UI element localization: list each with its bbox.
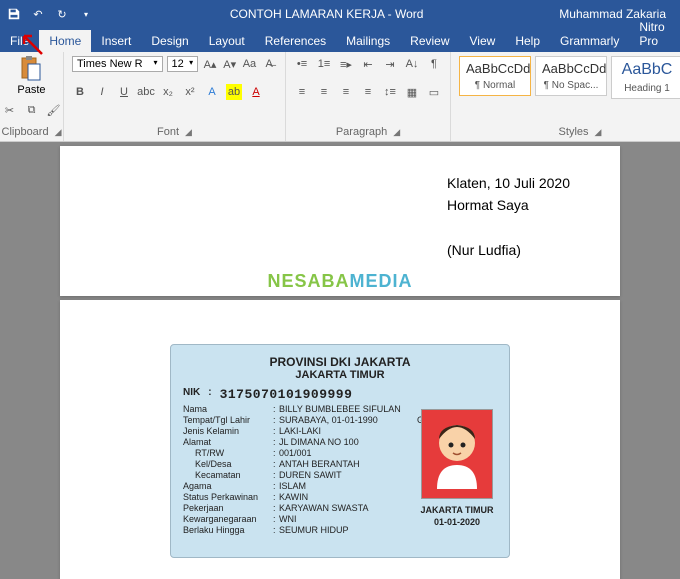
page-1[interactable]: Klaten, 10 Juli 2020 Hormat Saya (Nur Lu… [60,146,620,296]
document-area[interactable]: Klaten, 10 Juli 2020 Hormat Saya (Nur Lu… [0,142,680,579]
clear-format-icon[interactable]: A̶ [261,56,277,72]
undo-icon[interactable]: ↶ [30,6,46,22]
font-color-icon[interactable]: A [248,84,264,100]
ktp-nik-label: NIK [183,387,200,402]
tab-mailings[interactable]: Mailings [336,30,400,52]
grow-font-icon[interactable]: A▴ [202,56,218,72]
superscript-button[interactable]: x² [182,84,198,100]
subscript-button[interactable]: x₂ [160,84,176,100]
ktp-photo [421,409,493,499]
tab-design[interactable]: Design [141,30,198,52]
clipboard-label: Clipboard [2,126,49,138]
tab-grammarly[interactable]: Grammarly [550,30,629,52]
align-left-icon[interactable]: ≡ [294,84,310,100]
decrease-indent-icon[interactable]: ⇤ [360,56,376,72]
underline-button[interactable]: U [116,84,132,100]
show-marks-icon[interactable]: ¶ [426,56,442,72]
styles-label: Styles [559,126,589,138]
highlight-icon[interactable]: ab [226,84,242,100]
justify-icon[interactable]: ≡ [360,84,376,100]
chevron-down-icon: ▾ [154,58,158,70]
borders-icon[interactable]: ▭ [426,84,442,100]
clipboard-launcher[interactable]: ◢ [55,127,62,138]
save-icon[interactable] [6,6,22,22]
ktp-footer-city: JAKARTA TIMUR [415,505,499,517]
bold-button[interactable]: B [72,84,88,100]
page-2[interactable]: PROVINSI DKI JAKARTA JAKARTA TIMUR NIK :… [60,300,620,579]
tab-layout[interactable]: Layout [199,30,255,52]
paste-button[interactable]: Paste [17,56,45,96]
change-case-icon[interactable]: Aa [242,56,258,72]
doc-signature: (Nur Ludfia) [447,239,570,261]
chevron-down-icon: ▾ [189,58,193,70]
tab-file[interactable]: File [0,30,39,52]
ribbon: Paste ✂ ⧉ 🖌 Clipboard◢ Times New R▾ 12▾ … [0,52,680,142]
font-name-select[interactable]: Times New R▾ [72,56,163,72]
font-launcher[interactable]: ◢ [185,127,192,138]
style-heading1[interactable]: AaBbC Heading 1 [611,56,680,99]
font-size-select[interactable]: 12▾ [167,56,199,72]
tab-insert[interactable]: Insert [91,30,141,52]
doc-greeting: Hormat Saya [447,194,570,216]
redo-icon[interactable]: ↻ [54,6,70,22]
font-label: Font [157,126,179,138]
ktp-city: JAKARTA TIMUR [183,369,497,381]
ktp-province: PROVINSI DKI JAKARTA [183,355,497,369]
tab-references[interactable]: References [255,30,336,52]
ribbon-tabs: File Home Insert Design Layout Reference… [0,28,680,52]
titlebar: ↶ ↻ ▾ CONTOH LAMARAN KERJA - Word Muhamm… [0,0,680,28]
tell-me[interactable]: 💡 Tell me what [675,2,680,52]
strike-button[interactable]: abc [138,84,154,100]
tab-review[interactable]: Review [400,30,459,52]
ktp-card: PROVINSI DKI JAKARTA JAKARTA TIMUR NIK :… [170,344,510,558]
sort-icon[interactable]: A↓ [404,56,420,72]
cut-icon[interactable]: ✂ [2,102,18,118]
styles-launcher[interactable]: ◢ [595,127,602,138]
window-title: CONTOH LAMARAN KERJA - Word [104,7,549,21]
multilevel-icon[interactable]: ≡▸ [338,56,354,72]
tab-home[interactable]: Home [39,30,91,52]
tab-view[interactable]: View [460,30,506,52]
ktp-footer-date: 01-01-2020 [415,517,499,529]
align-right-icon[interactable]: ≡ [338,84,354,100]
align-center-icon[interactable]: ≡ [316,84,332,100]
numbering-icon[interactable]: 1≡ [316,56,332,72]
tab-nitro[interactable]: Nitro Pro [629,16,674,52]
watermark: NESABAMEDIA [267,271,412,292]
shading-icon[interactable]: ▦ [404,84,420,100]
text-effects-icon[interactable]: A [204,84,220,100]
style-normal[interactable]: AaBbCcDd ¶ Normal [459,56,531,96]
tab-help[interactable]: Help [505,30,550,52]
italic-button[interactable]: I [94,84,110,100]
increase-indent-icon[interactable]: ⇥ [382,56,398,72]
doc-place-date: Klaten, 10 Juli 2020 [447,172,570,194]
style-no-spacing[interactable]: AaBbCcDd ¶ No Spac... [535,56,607,96]
paragraph-label: Paragraph [336,126,387,138]
copy-icon[interactable]: ⧉ [24,102,40,118]
shrink-font-icon[interactable]: A▾ [222,56,238,72]
format-painter-icon[interactable]: 🖌 [46,102,62,118]
line-spacing-icon[interactable]: ↕≡ [382,84,398,100]
paragraph-launcher[interactable]: ◢ [393,127,400,138]
qat-more-icon[interactable]: ▾ [78,6,94,22]
ktp-nik: 3175070101909999 [220,387,353,402]
bullets-icon[interactable]: •≡ [294,56,310,72]
